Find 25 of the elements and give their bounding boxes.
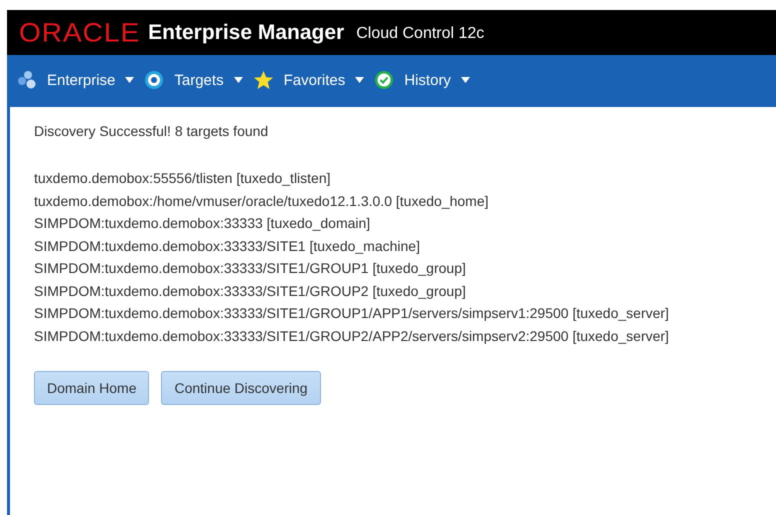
action-button[interactable]: Domain Home bbox=[34, 371, 150, 405]
target-entry: SIMPDOM:tuxdemo.demobox:33333/SITE1 [tuxedo_machine] bbox=[34, 236, 421, 256]
check-circle-icon bbox=[374, 70, 394, 90]
target-entry: tuxdemo.demobox:55556/tlisten [tuxedo_tlisten] bbox=[34, 169, 332, 188]
target-entry: SIMPDOM:tuxdemo.demobox:33333/SITE1/GROUP2 [tuxedo_group] bbox=[34, 282, 467, 301]
target-entry: SIMPDOM:tuxdemo.demobox:33333 [tuxedo_domain] bbox=[34, 214, 372, 233]
target-entry: SIMPDOM:tuxdemo.demobox:33333/SITE1/GROUP1/APP1/servers/simpserv1:29500 [tuxedo_server] bbox=[34, 304, 670, 323]
star-icon bbox=[252, 70, 274, 90]
target-entry: tuxdemo.demobox:/home/vmuser/oracle/tuxedo12.1.3.0.0 [tuxedo_home] bbox=[34, 192, 490, 211]
caret-icon[interactable] bbox=[460, 77, 470, 83]
caret-icon[interactable] bbox=[355, 77, 364, 83]
action-button[interactable]: Continue Discovering bbox=[161, 371, 321, 405]
menu-item[interactable]: Enterprise bbox=[47, 72, 116, 88]
target-icon bbox=[144, 70, 164, 90]
brand-logo: ORACLE bbox=[19, 17, 140, 48]
menu-item[interactable]: History bbox=[404, 72, 451, 88]
caret-icon[interactable] bbox=[125, 77, 134, 83]
target-entry: SIMPDOM:tuxdemo.demobox:33333/SITE1/GROUP1 [tuxedo_group] bbox=[34, 259, 467, 278]
target-entry: SIMPDOM:tuxdemo.demobox:33333/SITE1/GROUP2/APP2/servers/simpserv2:29500 [tuxedo_server] bbox=[34, 326, 670, 346]
menu-item[interactable]: Favorites bbox=[284, 72, 346, 88]
status-message: Discovery Successful! 8 targets found bbox=[34, 123, 270, 139]
menu-item[interactable]: Targets bbox=[174, 72, 224, 88]
caret-icon[interactable] bbox=[234, 77, 243, 83]
product-title: Enterprise Manager bbox=[148, 20, 344, 44]
product-edition: Cloud Control 12c bbox=[356, 25, 484, 43]
